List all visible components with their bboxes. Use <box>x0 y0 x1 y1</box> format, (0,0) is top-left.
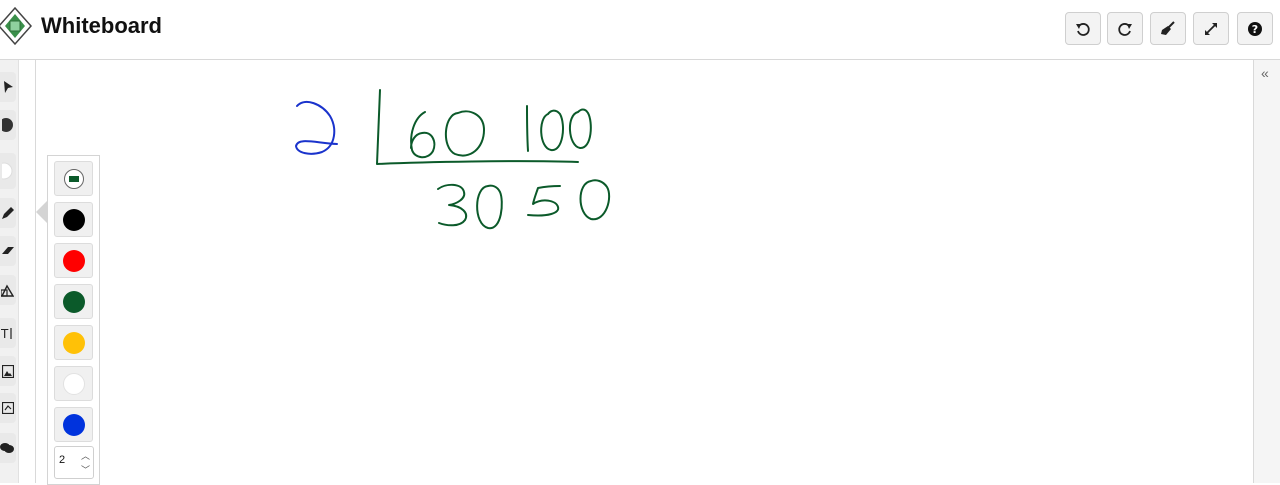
collapse-sidebar-button[interactable]: « <box>1261 65 1269 81</box>
pencil-tool-button[interactable] <box>0 198 16 228</box>
pointer-tool-button[interactable] <box>0 72 16 102</box>
expand-icon <box>1205 22 1217 35</box>
filled-circle-icon <box>2 118 13 132</box>
svg-text:T: T <box>1 327 9 340</box>
redo-button[interactable] <box>1107 12 1143 45</box>
black-color-dot <box>62 208 85 231</box>
green-color-dot <box>62 290 85 313</box>
green-stroke-0b <box>540 109 564 151</box>
right-sidebar: « <box>1253 60 1280 483</box>
blue-color-dot <box>62 413 85 436</box>
broom-icon <box>1161 20 1175 35</box>
eraser-icon <box>2 247 14 254</box>
white-color-dot <box>62 372 85 395</box>
pointer-icon <box>4 81 13 93</box>
undo-button[interactable] <box>1065 12 1101 45</box>
help-button[interactable]: ? <box>1237 12 1273 45</box>
fullscreen-button[interactable] <box>1193 12 1229 45</box>
color-swatch-white[interactable] <box>54 366 93 401</box>
color-swatch-green[interactable] <box>54 284 93 319</box>
app-title: Whiteboard <box>41 13 162 38</box>
color-swatch-red[interactable] <box>54 243 93 278</box>
green-stroke-0d <box>476 184 503 230</box>
image-tool-button[interactable] <box>0 356 16 386</box>
palette-pointer-arrow <box>36 201 47 223</box>
chevron-down-icon[interactable]: ﹀ <box>81 463 90 477</box>
shapes-icon <box>1 284 14 297</box>
question-icon: ? <box>1248 21 1262 36</box>
red-color-dot <box>62 249 85 272</box>
clear-button[interactable] <box>1150 12 1186 45</box>
green-stroke-0e <box>579 179 611 221</box>
comment-icon <box>0 443 14 453</box>
double-chevron-left-icon: « <box>1261 65 1269 81</box>
color-palette: 2 ︿ ﹀ <box>47 155 100 485</box>
fill-tool-button[interactable] <box>0 393 16 423</box>
chevron-up-icon[interactable]: ︿ <box>81 449 90 463</box>
header-bar: Whiteboard ? <box>0 0 1280 60</box>
eraser-tool-button[interactable] <box>0 236 16 266</box>
canvas-left-border <box>35 60 36 483</box>
selected-color-icon <box>63 168 84 189</box>
text-tool-button[interactable]: T <box>0 318 16 348</box>
image-icon <box>2 364 14 378</box>
current-color-swatch[interactable] <box>54 161 93 196</box>
green-stroke-3 <box>437 183 468 227</box>
app-logo-icon <box>0 6 33 46</box>
stroke-width-stepper[interactable]: 2 ︿ ﹀ <box>54 446 94 479</box>
green-stroke-1 <box>526 105 529 152</box>
empty-circle-icon <box>2 162 13 180</box>
color-swatch-black[interactable] <box>54 202 93 237</box>
pencil-icon <box>2 207 14 219</box>
color-swatch-blue[interactable] <box>54 407 93 442</box>
blue-stroke-2 <box>295 101 338 155</box>
empty-circle-tool-button[interactable] <box>0 153 16 189</box>
redo-icon <box>1118 22 1132 36</box>
whiteboard-canvas[interactable] <box>0 0 1280 483</box>
green-stroke-0a <box>445 110 485 157</box>
green-stroke-6 <box>410 111 436 159</box>
shapes-tool-button[interactable] <box>0 275 16 305</box>
green-stroke-0c <box>569 108 592 149</box>
yellow-color-dot <box>62 331 85 354</box>
filled-circle-tool-button[interactable] <box>0 110 16 140</box>
comment-tool-button[interactable] <box>0 433 16 463</box>
green-stroke-bracket <box>376 89 579 165</box>
tool-sidebar: T <box>0 60 19 483</box>
undo-icon <box>1076 22 1090 36</box>
color-swatch-yellow[interactable] <box>54 325 93 360</box>
stepper-arrows[interactable]: ︿ ﹀ <box>81 449 90 477</box>
fill-icon <box>2 402 14 414</box>
svg-text:?: ? <box>1252 23 1258 36</box>
text-icon: T <box>1 327 12 340</box>
green-stroke-5 <box>527 185 561 217</box>
stroke-width-value: 2 <box>59 454 66 466</box>
